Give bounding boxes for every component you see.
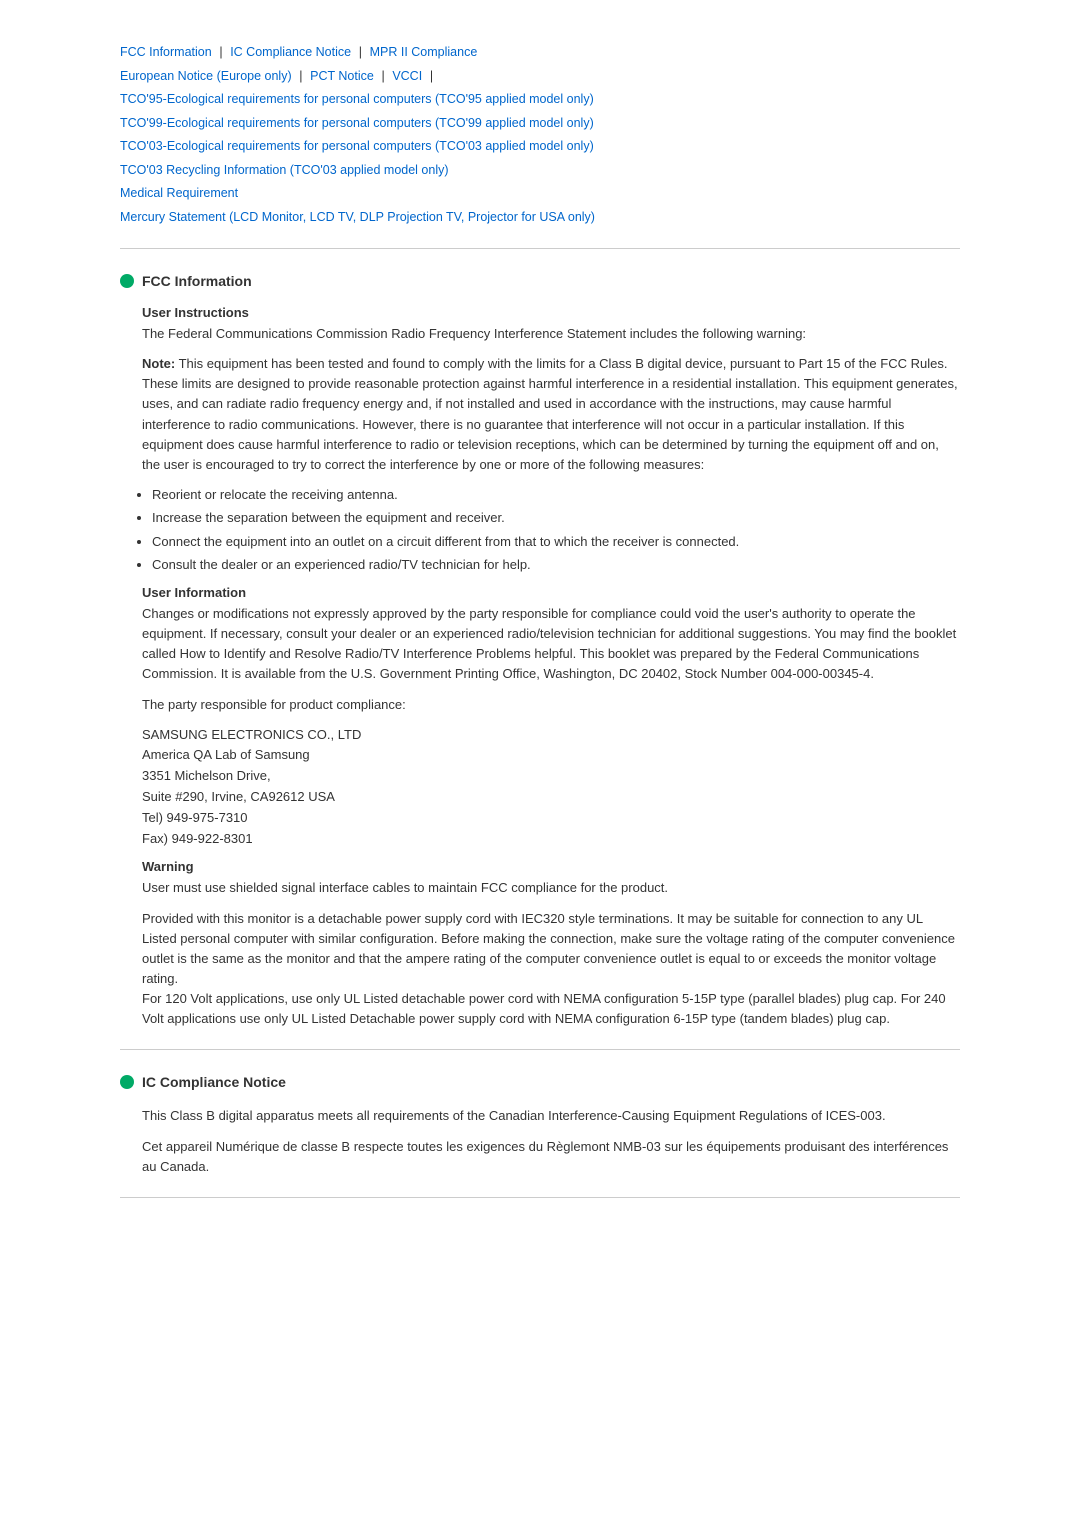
note-bold: Note:: [142, 356, 175, 371]
ic-section-icon: [120, 1075, 134, 1089]
warning-para1: User must use shielded signal interface …: [142, 878, 960, 898]
user-information-heading: User Information: [142, 585, 960, 600]
fcc-section-icon: [120, 274, 134, 288]
user-instructions-heading: User Instructions: [142, 305, 960, 320]
nav-link-tco95[interactable]: TCO'95-Ecological requirements for perso…: [120, 92, 594, 106]
user-information-para2: The party responsible for product compli…: [142, 695, 960, 715]
user-instructions-para1: The Federal Communications Commission Ra…: [142, 324, 960, 344]
warning-heading: Warning: [142, 859, 960, 874]
page-container: FCC Information | IC Compliance Notice |…: [60, 0, 1020, 1258]
nav-link-pct[interactable]: PCT Notice: [310, 69, 374, 83]
ic-section: IC Compliance Notice This Class B digita…: [120, 1074, 960, 1176]
bullet-item-1: Reorient or relocate the receiving anten…: [152, 485, 960, 505]
ic-section-title: IC Compliance Notice: [142, 1074, 286, 1090]
fcc-bullet-list: Reorient or relocate the receiving anten…: [152, 485, 960, 575]
fcc-section-title: FCC Information: [142, 273, 252, 289]
warning-subsection: Warning User must use shielded signal in…: [142, 859, 960, 1029]
nav-link-medical[interactable]: Medical Requirement: [120, 186, 238, 200]
ic-para1: This Class B digital apparatus meets all…: [142, 1106, 960, 1126]
note-rest: This equipment has been tested and found…: [142, 356, 958, 472]
nav-link-vcci[interactable]: VCCI: [392, 69, 422, 83]
bullet-item-3: Connect the equipment into an outlet on …: [152, 532, 960, 552]
address-block: SAMSUNG ELECTRONICS CO., LTD America QA …: [142, 725, 960, 850]
divider-top: [120, 248, 960, 249]
bullet-item-2: Increase the separation between the equi…: [152, 508, 960, 528]
fcc-section-content: User Instructions The Federal Communicat…: [120, 305, 960, 1029]
ic-section-content: This Class B digital apparatus meets all…: [120, 1106, 960, 1176]
warning-para2: Provided with this monitor is a detachab…: [142, 909, 960, 1030]
nav-separator-4: |: [381, 69, 384, 83]
user-instructions: User Instructions The Federal Communicat…: [142, 305, 960, 575]
nav-separator-3: |: [299, 69, 302, 83]
nav-link-eu[interactable]: European Notice (Europe only): [120, 69, 292, 83]
ic-section-header: IC Compliance Notice: [120, 1074, 960, 1090]
nav-link-mpr[interactable]: MPR II Compliance: [370, 45, 478, 59]
nav-separator-5: |: [430, 69, 433, 83]
nav-separator-2: |: [359, 45, 362, 59]
user-information: User Information Changes or modification…: [142, 585, 960, 849]
nav-link-mercury[interactable]: Mercury Statement (LCD Monitor, LCD TV, …: [120, 210, 595, 224]
nav-link-ic[interactable]: IC Compliance Notice: [230, 45, 351, 59]
nav-link-tco03r[interactable]: TCO'03 Recycling Information (TCO'03 app…: [120, 163, 449, 177]
bullet-item-4: Consult the dealer or an experienced rad…: [152, 555, 960, 575]
nav-link-tco99[interactable]: TCO'99-Ecological requirements for perso…: [120, 116, 594, 130]
nav-separator-1: |: [219, 45, 222, 59]
ic-para2: Cet appareil Numérique de classe B respe…: [142, 1137, 960, 1177]
nav-links: FCC Information | IC Compliance Notice |…: [120, 40, 960, 228]
divider-middle: [120, 1049, 960, 1050]
fcc-section-header: FCC Information: [120, 273, 960, 289]
user-instructions-para2: Note: This equipment has been tested and…: [142, 354, 960, 475]
nav-link-fcc[interactable]: FCC Information: [120, 45, 212, 59]
fcc-section: FCC Information User Instructions The Fe…: [120, 273, 960, 1029]
divider-bottom: [120, 1197, 960, 1198]
user-information-para1: Changes or modifications not expressly a…: [142, 604, 960, 685]
nav-link-tco03[interactable]: TCO'03-Ecological requirements for perso…: [120, 139, 594, 153]
